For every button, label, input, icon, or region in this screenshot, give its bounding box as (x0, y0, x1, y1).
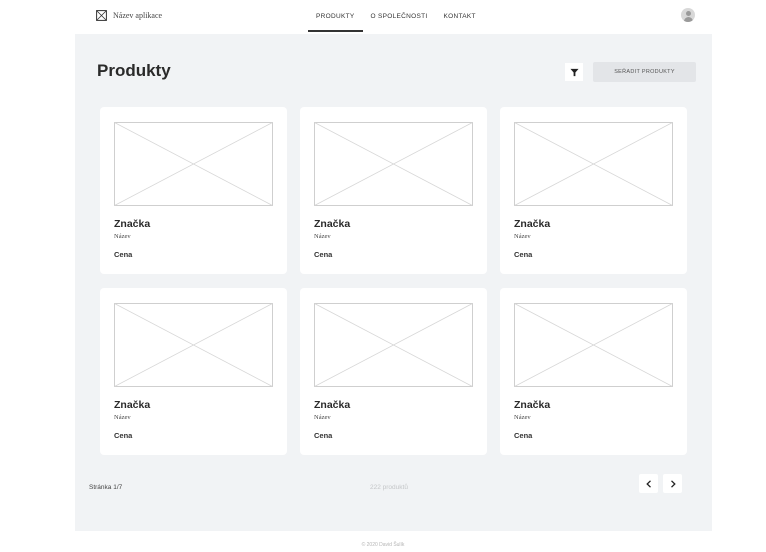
product-name: Název (314, 233, 331, 240)
product-image-placeholder (114, 303, 273, 387)
chevron-left-icon (645, 479, 651, 488)
footer-copyright: © 2020 David Šulík (361, 542, 405, 548)
main-nav: PRODUKTY O SPOLEČNOSTI KONTAKT (308, 0, 484, 34)
app-name: Název aplikace (113, 11, 163, 20)
image-placeholder-icon (514, 122, 673, 206)
product-name: Název (114, 414, 131, 421)
chevron-right-icon (670, 479, 676, 488)
product-card[interactable]: Značka Název Cena (500, 107, 687, 274)
product-brand: Značka (114, 218, 151, 230)
filter-button[interactable] (565, 63, 583, 81)
next-page-button[interactable] (663, 474, 682, 493)
app-brand[interactable]: Název aplikace (96, 10, 162, 21)
product-brand: Značka (514, 218, 551, 230)
nav-item-kontakt[interactable]: KONTAKT (436, 0, 484, 34)
product-name: Název (514, 233, 531, 240)
page-title: Produkty (97, 61, 171, 80)
filter-icon (569, 68, 579, 76)
top-bar: Název aplikace PRODUKTY O SPOLEČNOSTI KO… (0, 0, 766, 34)
product-price: Cena (514, 431, 533, 440)
product-card[interactable]: Značka Název Cena (300, 107, 487, 274)
product-card[interactable]: Značka Název Cena (100, 288, 287, 455)
product-count: 222 produktů (370, 484, 408, 491)
product-price: Cena (114, 250, 133, 259)
image-placeholder-icon (114, 303, 273, 387)
avatar-body (683, 16, 693, 22)
product-price: Cena (314, 431, 333, 440)
product-name: Název (514, 414, 531, 421)
product-card[interactable]: Značka Název Cena (100, 107, 287, 274)
image-placeholder-icon (314, 303, 473, 387)
image-placeholder-icon (314, 122, 473, 206)
product-brand: Značka (314, 399, 351, 411)
product-price: Cena (314, 250, 333, 259)
product-image-placeholder (314, 122, 473, 206)
product-image-placeholder (114, 122, 273, 206)
page-indicator: Stránka 1/7 (89, 484, 123, 491)
prev-page-button[interactable] (639, 474, 658, 493)
image-placeholder-icon (96, 10, 107, 21)
product-image-placeholder (314, 303, 473, 387)
product-price: Cena (114, 431, 133, 440)
product-brand: Značka (514, 399, 551, 411)
product-brand: Značka (114, 399, 151, 411)
avatar-head (685, 10, 691, 16)
user-avatar-icon[interactable] (681, 8, 695, 22)
product-name: Název (314, 414, 331, 421)
products-panel: Produkty SEŘADIT PRODUKTY Značka Název C… (75, 34, 712, 531)
product-price: Cena (514, 250, 533, 259)
image-placeholder-icon (514, 303, 673, 387)
product-card[interactable]: Značka Název Cena (500, 288, 687, 455)
product-image-placeholder (514, 122, 673, 206)
product-card[interactable]: Značka Název Cena (300, 288, 487, 455)
product-image-placeholder (514, 303, 673, 387)
pagination (639, 474, 682, 493)
product-brand: Značka (314, 218, 351, 230)
nav-item-produkty[interactable]: PRODUKTY (308, 0, 363, 34)
sort-products-button[interactable]: SEŘADIT PRODUKTY (593, 62, 696, 82)
nav-item-o-spolecnosti[interactable]: O SPOLEČNOSTI (363, 0, 436, 34)
product-name: Název (114, 233, 131, 240)
image-placeholder-icon (114, 122, 273, 206)
